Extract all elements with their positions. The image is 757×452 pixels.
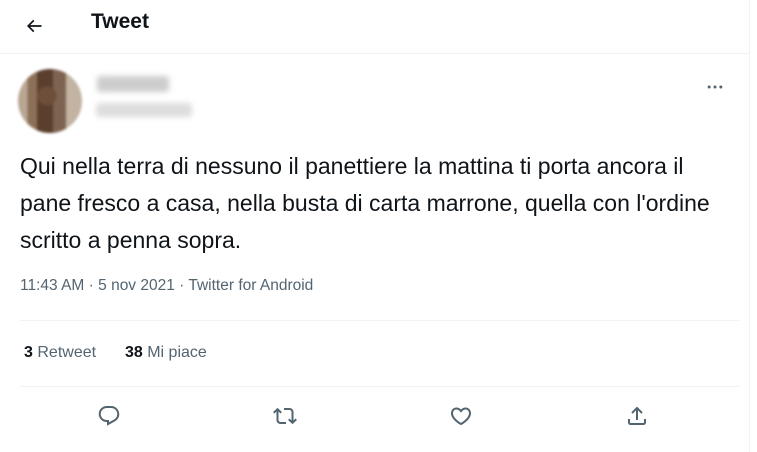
like-button[interactable] — [441, 396, 481, 436]
more-horizontal-icon — [707, 85, 723, 89]
page-header: Tweet — [0, 0, 749, 54]
author-handle-blurred[interactable] — [96, 103, 192, 117]
like-count: 38 — [124, 344, 143, 361]
tweet-text: Qui nella terra di nessuno il panettiere… — [20, 153, 710, 253]
share-icon — [628, 406, 646, 425]
tweet-meta: 11:43 AM · 5 nov 2021 · Twitter for Andr… — [20, 277, 313, 295]
meta-separator: · — [88, 277, 94, 294]
tweet-column: Tweet Qui nella terra di nessuno il pane… — [0, 0, 750, 452]
likes-stat[interactable]: 38 Mi piace — [125, 344, 207, 361]
author-name-blurred[interactable] — [97, 76, 169, 92]
like-label: Mi piace — [147, 344, 207, 361]
retweet-count: 3 — [24, 344, 33, 361]
reply-icon — [98, 406, 120, 426]
divider — [20, 320, 739, 321]
divider — [20, 386, 739, 387]
reply-button[interactable] — [89, 396, 129, 436]
retweet-label: Retweet — [37, 344, 97, 361]
back-button[interactable] — [17, 9, 51, 43]
avatar[interactable] — [18, 69, 82, 133]
meta-separator: · — [179, 277, 185, 294]
heart-icon — [450, 407, 472, 426]
share-button[interactable] — [617, 396, 657, 436]
more-options-button[interactable] — [700, 75, 730, 99]
page-title: Tweet — [91, 10, 149, 33]
tweet-stats: 3 Retweet 38 Mi piace — [24, 344, 207, 362]
tweet-time[interactable]: 11:43 AM — [20, 277, 84, 294]
retweet-icon — [273, 407, 297, 425]
retweets-stat[interactable]: 3 Retweet — [24, 344, 101, 361]
tweet-actions — [20, 396, 720, 436]
arrow-left-icon — [26, 19, 42, 33]
tweet-date[interactable]: 5 nov 2021 — [98, 277, 175, 294]
retweet-button[interactable] — [265, 396, 305, 436]
tweet-source[interactable]: Twitter for Android — [188, 277, 313, 294]
